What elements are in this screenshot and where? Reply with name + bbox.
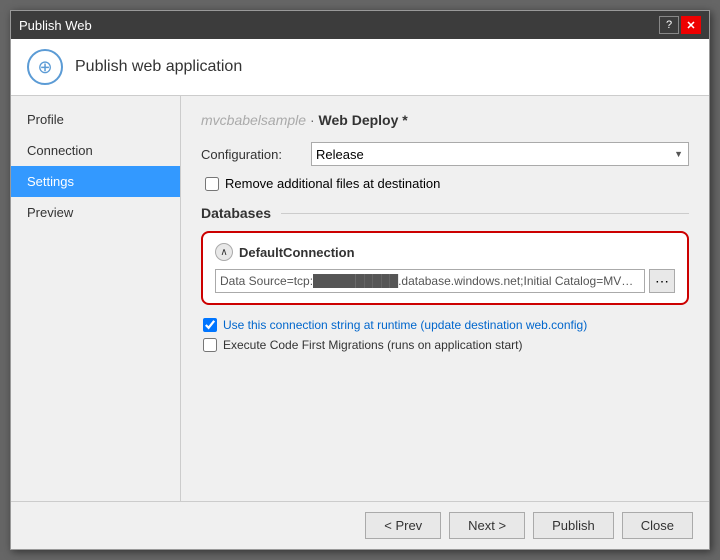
prev-button[interactable]: < Prev [365, 512, 441, 539]
header-title: Publish web application [75, 58, 242, 76]
header-bar: ⊕ Publish web application [11, 39, 709, 96]
execute-migrations-checkbox[interactable] [203, 338, 217, 352]
databases-section-title: Databases [201, 205, 689, 221]
execute-migrations-label: Execute Code First Migrations (runs on a… [223, 338, 522, 352]
content-area: mvcbabelsample · Web Deploy * Configurat… [181, 96, 709, 501]
execute-migrations-row: Execute Code First Migrations (runs on a… [203, 338, 689, 352]
deploy-method-separator: · [310, 112, 319, 128]
connection-string-input[interactable] [215, 269, 645, 293]
title-close-button[interactable]: ✕ [681, 16, 701, 34]
use-connection-string-label: Use this connection string at runtime (u… [223, 318, 587, 332]
connection-string-row: ⋯ [215, 269, 675, 293]
profile-line: mvcbabelsample · Web Deploy * [201, 112, 689, 128]
remove-files-row: Remove additional files at destination [205, 176, 689, 191]
connection-string-browse-button[interactable]: ⋯ [649, 269, 675, 293]
sidebar-item-settings[interactable]: Settings [11, 166, 180, 197]
sidebar-item-profile[interactable]: Profile [11, 104, 180, 135]
db-name: DefaultConnection [239, 245, 355, 260]
sidebar-item-preview[interactable]: Preview [11, 197, 180, 228]
use-connection-string-row: Use this connection string at runtime (u… [203, 317, 689, 332]
remove-files-label: Remove additional files at destination [225, 176, 440, 191]
collapse-button[interactable]: ∧ [215, 243, 233, 261]
configuration-row: Configuration: Release Debug [201, 142, 689, 166]
use-connection-string-checkbox[interactable] [203, 318, 217, 332]
globe-icon: ⊕ [27, 49, 63, 85]
publish-button[interactable]: Publish [533, 512, 614, 539]
help-button[interactable]: ? [659, 16, 679, 34]
db-name-row: ∧ DefaultConnection [215, 243, 675, 261]
footer: < Prev Next > Publish Close [11, 501, 709, 549]
sidebar: Profile Connection Settings Preview [11, 96, 181, 501]
configuration-label: Configuration: [201, 147, 311, 162]
close-button[interactable]: Close [622, 512, 693, 539]
configuration-select[interactable]: Release Debug [311, 142, 689, 166]
remove-files-checkbox[interactable] [205, 177, 219, 191]
title-bar-buttons: ? ✕ [659, 16, 701, 34]
db-box: ∧ DefaultConnection ⋯ [201, 231, 689, 305]
deploy-method: Web Deploy * [319, 112, 408, 128]
title-bar: Publish Web ? ✕ [11, 11, 709, 39]
next-button[interactable]: Next > [449, 512, 525, 539]
publish-web-dialog: Publish Web ? ✕ ⊕ Publish web applicatio… [10, 10, 710, 550]
configuration-select-wrapper: Release Debug [311, 142, 689, 166]
profile-name: mvcbabelsample [201, 112, 306, 128]
dialog-body: Profile Connection Settings Preview mvcb… [11, 96, 709, 501]
dialog-title: Publish Web [19, 18, 92, 33]
sidebar-item-connection[interactable]: Connection [11, 135, 180, 166]
